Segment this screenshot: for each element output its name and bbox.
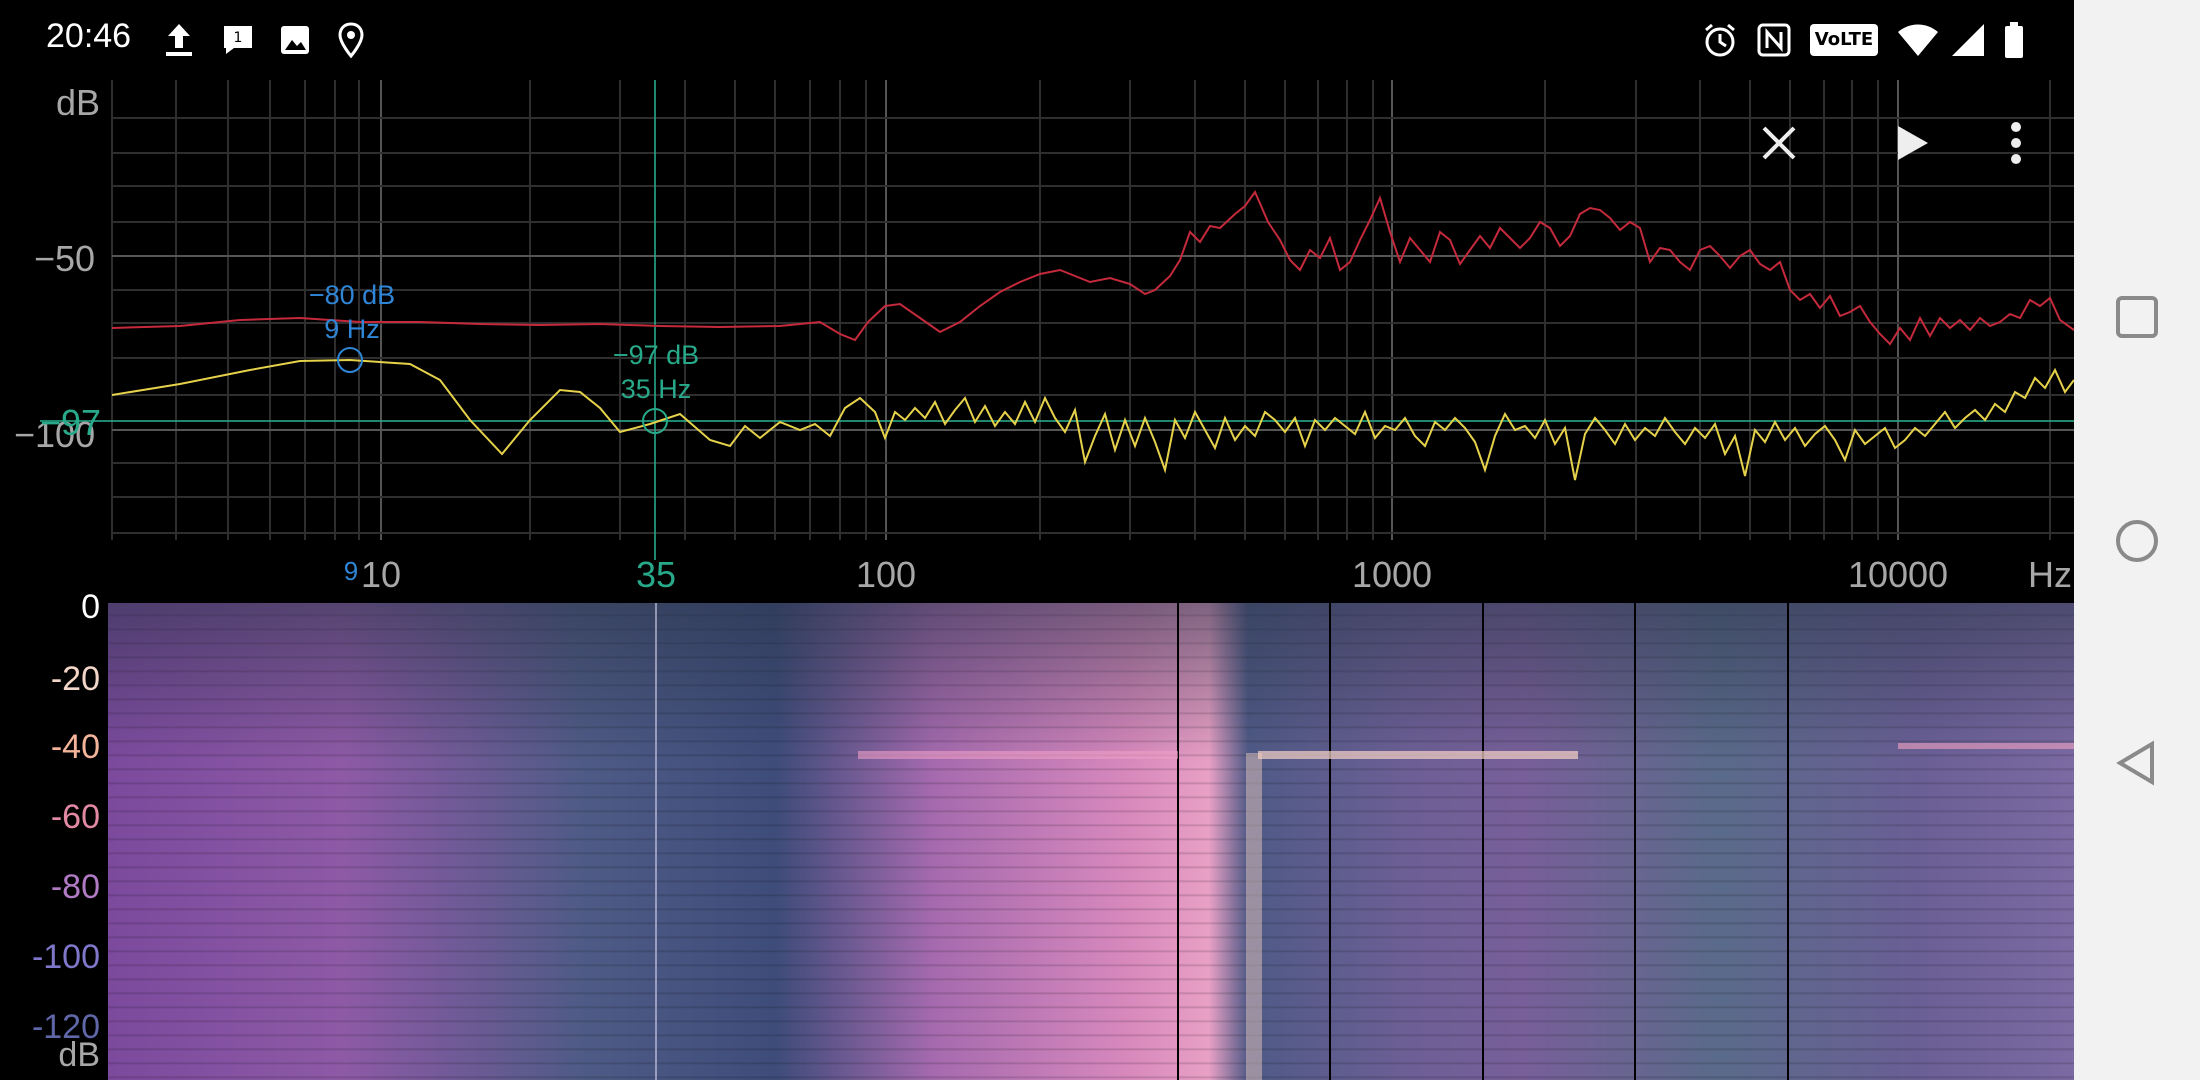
freq-marker-small: 9 xyxy=(343,556,359,586)
recents-button[interactable] xyxy=(2112,292,2162,342)
spectrum-y-unit: dB xyxy=(56,82,101,123)
alarm-icon xyxy=(1705,23,1735,57)
status-time: 20:46 xyxy=(46,17,132,55)
spectrogram-overlay xyxy=(655,603,2074,1080)
status-bar: 20:46 1 VoLTE xyxy=(0,0,2074,80)
image-icon xyxy=(281,26,309,54)
upload-icon xyxy=(166,24,192,56)
peak-label-blue: −80 dB 9 Hz xyxy=(309,278,395,346)
frequency-decade-lines xyxy=(380,80,1899,540)
close-icon[interactable] xyxy=(1758,122,1800,164)
play-icon[interactable] xyxy=(1892,122,1932,164)
navigation-bar xyxy=(2074,0,2200,1080)
db-scale-20: -20 xyxy=(50,660,100,698)
peak-green-db: −97 dB xyxy=(612,340,700,370)
signal-icon xyxy=(1952,24,1984,56)
db-scale-0: 0 xyxy=(81,588,100,626)
peak-blue-hz: 9 Hz xyxy=(324,314,380,344)
peak-blue-db: −80 dB xyxy=(308,280,396,310)
db-scale-80: -80 xyxy=(50,868,100,906)
db-grid xyxy=(112,117,2074,534)
freq-unit: Hz xyxy=(2028,554,2072,595)
home-button[interactable] xyxy=(2112,516,2162,566)
max-hold-trace xyxy=(111,189,2074,346)
location-icon xyxy=(338,22,364,59)
wifi-icon xyxy=(1898,24,1938,56)
freq-tick-1000: 1000 xyxy=(1351,554,1433,595)
freq-tick-10000: 10000 xyxy=(1847,554,1949,595)
cursor-db-readout: −97 xyxy=(40,402,102,443)
nfc-icon xyxy=(1757,23,1791,57)
freq-tick-100: 100 xyxy=(855,554,917,595)
spectrogram[interactable] xyxy=(108,603,2074,1080)
peak-label-green: −97 dB 35 Hz xyxy=(613,338,699,406)
message-icon: 1 xyxy=(224,26,252,54)
spectrum-y-tick-50: −50 xyxy=(34,238,96,279)
spectrum-plot[interactable]: dB −50 −100 −97 −80 dB 9 Hz −97 dB 35 Hz xyxy=(0,80,2074,600)
db-scale-40: -40 xyxy=(50,728,100,766)
more-icon[interactable] xyxy=(2004,120,2028,166)
freq-tick-10: 10 xyxy=(360,554,402,595)
db-scale-100: -100 xyxy=(31,938,100,976)
back-button[interactable] xyxy=(2112,738,2162,788)
db-scale-60: -60 xyxy=(50,798,100,836)
svg-text:1: 1 xyxy=(234,30,243,46)
volte-icon: VoLTE xyxy=(1810,24,1878,56)
freq-tick-35: 35 xyxy=(635,554,677,595)
volte-label: VoLTE xyxy=(1814,29,1874,50)
db-scale-unit: dB xyxy=(58,1036,100,1074)
peak-green-hz: 35 Hz xyxy=(620,374,692,404)
battery-icon xyxy=(2005,22,2023,58)
